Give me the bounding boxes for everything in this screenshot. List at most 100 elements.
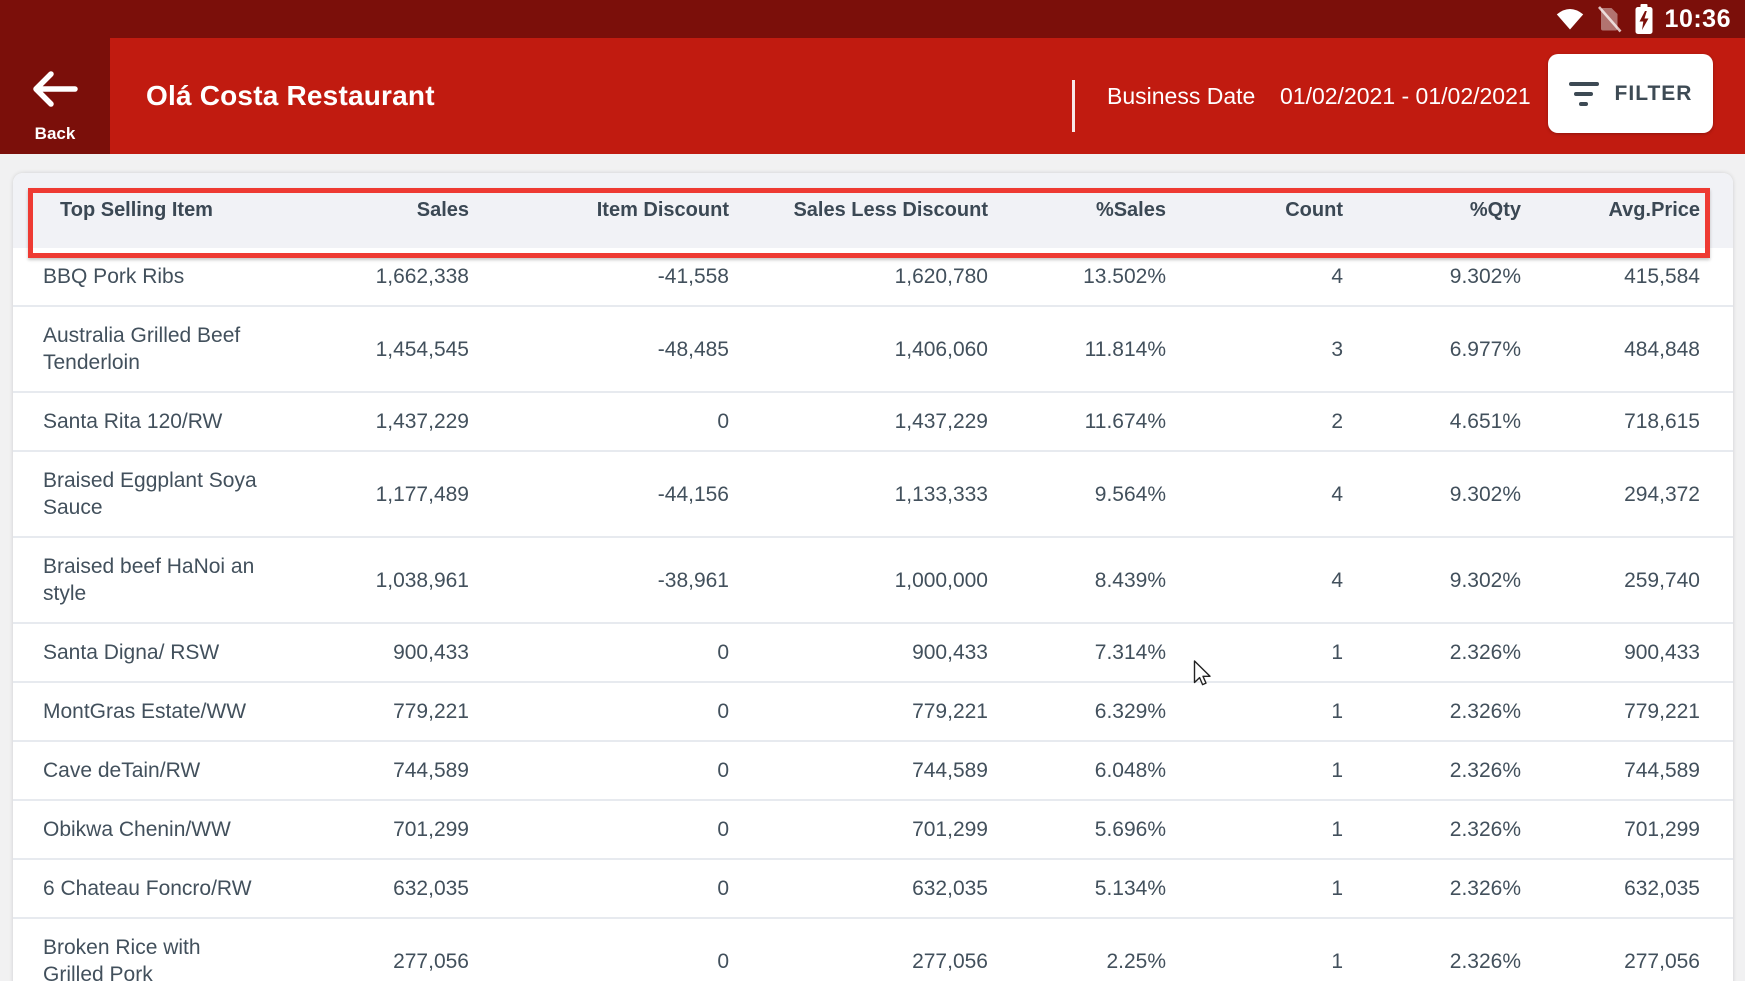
- cell-sales: 779,221: [273, 682, 479, 741]
- cell-item_discount: 0: [479, 682, 739, 741]
- cell-count: 1: [1176, 800, 1353, 859]
- cell-pct_sales: 11.814%: [998, 306, 1176, 392]
- status-time: 10:36: [1665, 5, 1731, 34]
- filter-button-label: FILTER: [1615, 82, 1693, 106]
- cell-avg_price: 701,299: [1531, 800, 1733, 859]
- business-date-label: Business Date: [1107, 38, 1255, 154]
- table-row[interactable]: Broken Rice with Grilled Pork277,0560277…: [13, 918, 1733, 981]
- cell-item_discount: 0: [479, 859, 739, 918]
- cell-item_discount: 0: [479, 392, 739, 451]
- cell-item_discount: -48,485: [479, 306, 739, 392]
- column-header: Sales: [273, 173, 479, 248]
- cell-pct_qty: 4.651%: [1353, 392, 1531, 451]
- top-selling-items-table: Top Selling ItemSalesItem DiscountSales …: [13, 173, 1733, 981]
- cell-pct_sales: 5.134%: [998, 859, 1176, 918]
- cell-pct_qty: 9.302%: [1353, 537, 1531, 623]
- battery-charging-icon: [1634, 4, 1654, 34]
- cell-sales_less_discount: 779,221: [739, 682, 998, 741]
- cell-item_discount: 0: [479, 741, 739, 800]
- cell-sales_less_discount: 744,589: [739, 741, 998, 800]
- cell-sales_less_discount: 1,620,780: [739, 248, 998, 306]
- cell-pct_qty: 2.326%: [1353, 682, 1531, 741]
- cell-item: Obikwa Chenin/WW: [13, 800, 273, 859]
- cell-item: 6 Chateau Foncro/RW: [13, 859, 273, 918]
- table-header-row: Top Selling ItemSalesItem DiscountSales …: [13, 173, 1733, 248]
- column-header: %Qty: [1353, 173, 1531, 248]
- cell-item: MontGras Estate/WW: [13, 682, 273, 741]
- cell-avg_price: 277,056: [1531, 918, 1733, 981]
- app-screen: 10:36 Back Olá Costa Restaurant Business…: [0, 0, 1745, 981]
- column-header: Sales Less Discount: [739, 173, 998, 248]
- cell-item_discount: -38,961: [479, 537, 739, 623]
- column-header: Count: [1176, 173, 1353, 248]
- table-row[interactable]: Cave deTain/RW744,5890744,5896.048%12.32…: [13, 741, 1733, 800]
- cell-item: Australia Grilled Beef Tenderloin: [13, 306, 273, 392]
- page-title: Olá Costa Restaurant: [146, 38, 435, 154]
- cell-pct_sales: 9.564%: [998, 451, 1176, 537]
- cell-count: 3: [1176, 306, 1353, 392]
- table-body: BBQ Pork Ribs1,662,338-41,5581,620,78013…: [13, 248, 1733, 981]
- cell-count: 4: [1176, 248, 1353, 306]
- table-row[interactable]: Braised beef HaNoi an style1,038,961-38,…: [13, 537, 1733, 623]
- cell-pct_qty: 2.326%: [1353, 623, 1531, 682]
- table-row[interactable]: 6 Chateau Foncro/RW632,0350632,0355.134%…: [13, 859, 1733, 918]
- table-row[interactable]: Australia Grilled Beef Tenderloin1,454,5…: [13, 306, 1733, 392]
- cell-pct_sales: 6.329%: [998, 682, 1176, 741]
- cell-item: Broken Rice with Grilled Pork: [13, 918, 273, 981]
- cell-avg_price: 900,433: [1531, 623, 1733, 682]
- cell-count: 4: [1176, 451, 1353, 537]
- cell-pct_qty: 2.326%: [1353, 800, 1531, 859]
- cell-sales_less_discount: 1,406,060: [739, 306, 998, 392]
- cell-pct_sales: 5.696%: [998, 800, 1176, 859]
- cell-count: 1: [1176, 859, 1353, 918]
- business-date-value[interactable]: 01/02/2021 - 01/02/2021: [1280, 38, 1531, 154]
- table-row[interactable]: BBQ Pork Ribs1,662,338-41,5581,620,78013…: [13, 248, 1733, 306]
- cell-item_discount: -41,558: [479, 248, 739, 306]
- back-button[interactable]: Back: [0, 0, 110, 154]
- cell-pct_qty: 9.302%: [1353, 451, 1531, 537]
- table-row[interactable]: Santa Rita 120/RW1,437,22901,437,22911.6…: [13, 392, 1733, 451]
- cell-sales_less_discount: 1,133,333: [739, 451, 998, 537]
- cell-pct_sales: 8.439%: [998, 537, 1176, 623]
- cell-item: Braised Eggplant Soya Sauce: [13, 451, 273, 537]
- back-label: Back: [35, 124, 76, 144]
- cell-pct_sales: 13.502%: [998, 248, 1176, 306]
- cell-sales_less_discount: 1,437,229: [739, 392, 998, 451]
- cell-sales: 900,433: [273, 623, 479, 682]
- table-row[interactable]: Braised Eggplant Soya Sauce1,177,489-44,…: [13, 451, 1733, 537]
- cell-pct_qty: 2.326%: [1353, 918, 1531, 981]
- cell-sales: 277,056: [273, 918, 479, 981]
- cell-item_discount: 0: [479, 623, 739, 682]
- cell-avg_price: 484,848: [1531, 306, 1733, 392]
- cell-item_discount: 0: [479, 800, 739, 859]
- filter-icon: [1569, 82, 1599, 106]
- cell-sales: 1,177,489: [273, 451, 479, 537]
- cell-sales: 1,038,961: [273, 537, 479, 623]
- cell-sales_less_discount: 1,000,000: [739, 537, 998, 623]
- cell-sales: 632,035: [273, 859, 479, 918]
- cell-sales: 1,662,338: [273, 248, 479, 306]
- cell-pct_qty: 6.977%: [1353, 306, 1531, 392]
- cell-pct_qty: 2.326%: [1353, 741, 1531, 800]
- cell-avg_price: 294,372: [1531, 451, 1733, 537]
- cell-count: 1: [1176, 741, 1353, 800]
- table-row[interactable]: MontGras Estate/WW779,2210779,2216.329%1…: [13, 682, 1733, 741]
- cell-pct_qty: 2.326%: [1353, 859, 1531, 918]
- back-arrow-icon: [29, 68, 81, 110]
- table-row[interactable]: Santa Digna/ RSW900,4330900,4337.314%12.…: [13, 623, 1733, 682]
- column-header: Avg.Price: [1531, 173, 1733, 248]
- table-row[interactable]: Obikwa Chenin/WW701,2990701,2995.696%12.…: [13, 800, 1733, 859]
- cell-avg_price: 632,035: [1531, 859, 1733, 918]
- wifi-icon: [1555, 7, 1585, 31]
- filter-button[interactable]: FILTER: [1548, 54, 1713, 133]
- cell-item: Santa Digna/ RSW: [13, 623, 273, 682]
- cell-item_discount: -44,156: [479, 451, 739, 537]
- report-table-card: Top Selling ItemSalesItem DiscountSales …: [13, 173, 1733, 981]
- cell-sales: 701,299: [273, 800, 479, 859]
- cell-sales: 1,454,545: [273, 306, 479, 392]
- cell-avg_price: 259,740: [1531, 537, 1733, 623]
- cell-pct_qty: 9.302%: [1353, 248, 1531, 306]
- column-header: Item Discount: [479, 173, 739, 248]
- cell-count: 1: [1176, 623, 1353, 682]
- cell-count: 4: [1176, 537, 1353, 623]
